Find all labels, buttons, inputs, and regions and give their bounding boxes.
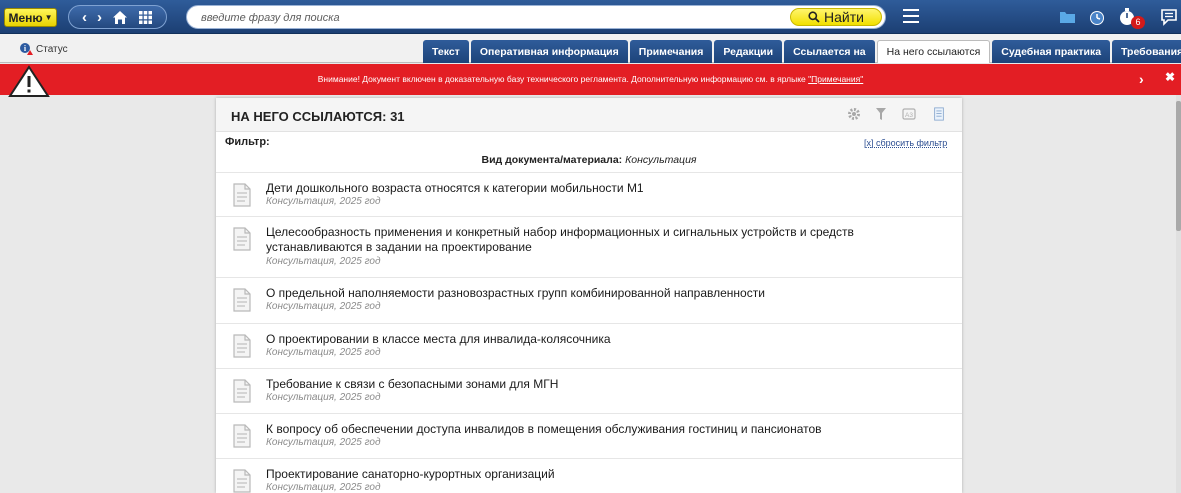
home-icon[interactable] — [112, 10, 128, 25]
chevron-right-icon[interactable]: › — [1139, 71, 1144, 87]
warning-notes-link[interactable]: "Примечания" — [808, 74, 863, 84]
tab-court-practice[interactable]: Судебная практика — [992, 40, 1111, 63]
tab-requirements[interactable]: Требования — [1112, 40, 1181, 63]
list-item[interactable]: О проектировании в классе места для инва… — [216, 323, 962, 368]
tab-operative-info[interactable]: Оперативная информация — [470, 40, 628, 63]
list-item-meta: Консультация, 2025 год — [266, 196, 381, 207]
warning-banner: Внимание! Документ включен в доказательн… — [0, 64, 1181, 97]
list-item-meta: Консультация, 2025 год — [266, 301, 381, 312]
list-item-title: О предельной наполняемости разновозрастн… — [266, 286, 765, 300]
filter-value: Консультация — [625, 154, 697, 166]
menu-button-label: Меню — [8, 10, 43, 25]
list-view-icon[interactable]: A3 — [902, 107, 916, 121]
chat-icon[interactable] — [1160, 7, 1178, 27]
list-item[interactable]: Дети дошкольного возраста относятся к ка… — [216, 172, 962, 216]
list-item-title: О проектировании в классе места для инва… — [266, 332, 611, 346]
notification-count-badge: 6 — [1131, 16, 1145, 29]
tab-editions[interactable]: Редакции — [714, 40, 783, 63]
find-button-label: Найти — [824, 9, 864, 25]
filter-label: Фильтр: — [225, 136, 270, 148]
panel-title: НА НЕГО ССЫЛАЮТСЯ: 31 — [231, 109, 405, 124]
scrollbar-thumb[interactable] — [1176, 101, 1181, 231]
tab-notes[interactable]: Примечания — [629, 40, 713, 63]
settings-gear-icon[interactable] — [847, 107, 861, 121]
document-icon — [233, 379, 251, 403]
warning-text: Внимание! Документ включен в доказательн… — [317, 74, 809, 84]
document-list-icon[interactable] — [932, 107, 946, 121]
folder-icon[interactable] — [1059, 7, 1076, 27]
document-icon — [233, 424, 251, 448]
document-icon — [233, 227, 251, 251]
grid-icon[interactable] — [138, 10, 153, 25]
back-arrow-icon[interactable]: ‹ — [82, 10, 87, 25]
list-item[interactable]: Проектирование санаторно-курортных орган… — [216, 458, 962, 493]
filter-funnel-icon[interactable] — [875, 107, 887, 121]
hamburger-menu-icon[interactable] — [903, 9, 919, 23]
panel-header: НА НЕГО ССЫЛАЮТСЯ: 31 A3 — [216, 98, 962, 132]
caret-down-icon: ▼ — [44, 13, 53, 22]
close-icon[interactable]: ✖ — [1165, 70, 1175, 84]
list-item-title: Проектирование санаторно-курортных орган… — [266, 467, 555, 481]
clock-icon[interactable] — [1088, 7, 1106, 27]
status-label: Статус — [36, 43, 68, 55]
search-input[interactable] — [201, 10, 781, 25]
page-scrollbar[interactable] — [1176, 95, 1181, 493]
reset-filter-link[interactable]: [x] сбросить фильтр — [864, 138, 947, 148]
status-link[interactable]: i Статус — [19, 42, 68, 56]
list-item[interactable]: Целесообразность применения и конкретный… — [216, 216, 962, 277]
list-item-meta: Консультация, 2025 год — [266, 256, 381, 267]
list-item-title: Целесообразность применения и конкретный… — [266, 225, 854, 254]
document-icon — [233, 469, 251, 493]
list-item-meta: Консультация, 2025 год — [266, 437, 381, 448]
list-item[interactable]: Требование к связи с безопасными зонами … — [216, 368, 962, 413]
tab-text[interactable]: Текст — [423, 40, 469, 63]
document-tabs: Текст Оперативная информация Примечания … — [423, 40, 1181, 63]
navigation-group: ‹ › — [68, 5, 167, 29]
search-box: Найти — [186, 5, 886, 29]
referenced-by-panel: НА НЕГО ССЫЛАЮТСЯ: 31 A3 Фильтр: [x] сбр… — [216, 98, 962, 493]
filter-key: Вид документа/материала: — [481, 154, 623, 166]
tab-referenced-by[interactable]: На него ссылаются — [876, 40, 991, 63]
list-item-title: К вопросу об обеспечении доступа инвалид… — [266, 422, 822, 436]
warning-message: Внимание! Документ включен в доказательн… — [0, 74, 1181, 84]
list-item-title: Дети дошкольного возраста относятся к ка… — [266, 181, 644, 195]
document-tab-bar: i Статус Текст Оперативная информация Пр… — [0, 34, 1181, 63]
document-icon — [233, 288, 251, 312]
list-item-title: Требование к связи с безопасными зонами … — [266, 377, 559, 391]
document-icon — [233, 334, 251, 358]
list-item-meta: Консультация, 2025 год — [266, 347, 381, 358]
list-item[interactable]: К вопросу об обеспечении доступа инвалид… — [216, 413, 962, 458]
list-item-meta: Консультация, 2025 год — [266, 482, 381, 493]
forward-arrow-icon[interactable]: › — [97, 10, 102, 25]
active-filter: Вид документа/материала: Консультация — [216, 154, 962, 166]
top-toolbar: Меню ▼ ‹ › Найти 6 — [0, 0, 1181, 34]
list-item-meta: Консультация, 2025 год — [266, 392, 381, 403]
document-icon — [233, 183, 251, 207]
search-icon — [808, 11, 820, 23]
status-info-icon: i — [20, 43, 33, 55]
find-button[interactable]: Найти — [790, 8, 882, 26]
document-list: Дети дошкольного возраста относятся к ка… — [216, 172, 962, 493]
list-item[interactable]: О предельной наполняемости разновозрастн… — [216, 277, 962, 323]
tab-references-to[interactable]: Ссылается на — [784, 40, 875, 63]
menu-button[interactable]: Меню ▼ — [4, 8, 57, 27]
svg-text:A3: A3 — [905, 112, 913, 119]
